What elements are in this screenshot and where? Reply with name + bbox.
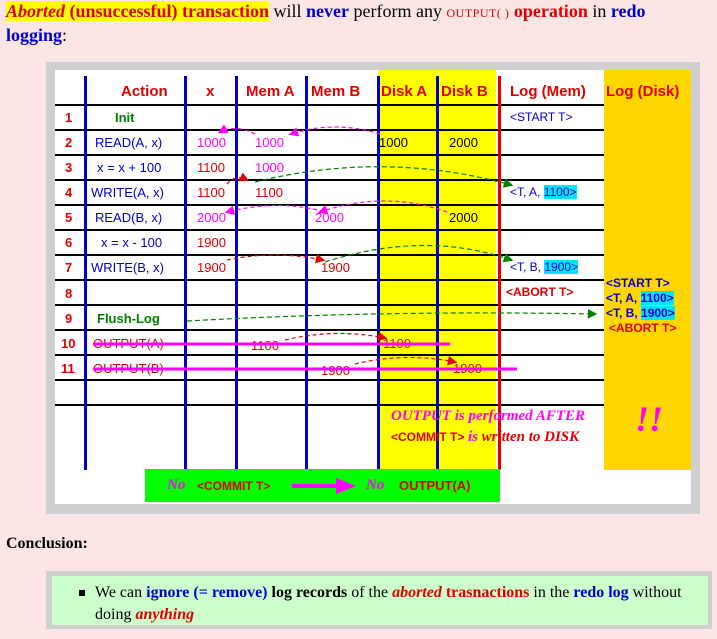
log-table: Action x Mem A Mem B Disk A Disk B Log (… (55, 70, 691, 504)
c-aborted: aborted (392, 584, 442, 601)
footer-commit: <COMMIT T> (197, 479, 271, 493)
footer-box: No <COMMIT T> No OUTPUT(A) (145, 469, 500, 502)
note-performed: is performed (454, 408, 533, 424)
slide-title: Aborted (unsuccessful) transaction will … (6, 0, 711, 46)
arrow-flushlog (186, 309, 598, 322)
c-transactions: trasnactions (445, 584, 530, 601)
note-exclamation: !! (635, 399, 664, 439)
arrow-diskA-to-memA (288, 126, 381, 137)
title-unsuccessful: (unsuccessful) transaction (69, 1, 270, 21)
title-operation: operation (513, 1, 588, 21)
note-after: AFTER (535, 408, 586, 424)
c-ignore: ignore (= remove) (146, 584, 268, 601)
arrow-x-to-memB (226, 253, 326, 264)
conclusion-bullet: We can ignore (= remove) log records of … (95, 582, 707, 626)
c-redo-log: redo log (573, 584, 629, 601)
title-will: will (273, 1, 302, 21)
title-output-op: OUTPUT( ) (446, 6, 510, 20)
bullet-icon (79, 590, 85, 596)
data-flow-arrows (93, 124, 598, 371)
note-output: OUTPUT (391, 408, 451, 424)
arrow-memB-to-logmem (324, 244, 514, 263)
footer-no-1: No (167, 477, 186, 493)
footer-no-2: No (366, 477, 385, 493)
footer-output: OUTPUT(A) (399, 478, 471, 493)
title-perform-any: perform any (353, 1, 442, 21)
arrow-memB-to-x (224, 204, 318, 215)
arrow-diskB-to-memB (317, 200, 448, 215)
footer-arrow-icon (292, 478, 356, 494)
title-colon: : (62, 25, 68, 45)
title-never: never (306, 1, 350, 21)
c-log-records: log records (271, 584, 348, 601)
note-commit: <COMMIT T> (391, 430, 465, 444)
note-written-to-disk: written to DISK (481, 429, 580, 445)
note-line-1: OUTPUT is performed AFTER (391, 408, 585, 425)
title-aborted: Aborted (6, 1, 66, 21)
conclusion-heading: Conclusion: (6, 535, 88, 552)
arrow-memA-to-diskA (284, 331, 388, 342)
c-in-the: in the (533, 584, 570, 601)
c-of-the: of the (351, 584, 389, 601)
title-in: in (592, 1, 607, 21)
c-anything: anything (135, 606, 195, 623)
arrow-memB-to-diskB (354, 355, 458, 366)
title-logging: logging (6, 25, 63, 45)
arrow-x-to-memA (226, 172, 250, 185)
note-is: is (467, 429, 478, 445)
note-line-2: <COMMIT T> is written to DISK (391, 429, 579, 446)
c-we-can: We can (95, 584, 143, 601)
arrow-memA-to-x (217, 124, 256, 135)
title-redo: redo (610, 1, 646, 21)
arrow-memA-to-logmem (254, 166, 514, 188)
